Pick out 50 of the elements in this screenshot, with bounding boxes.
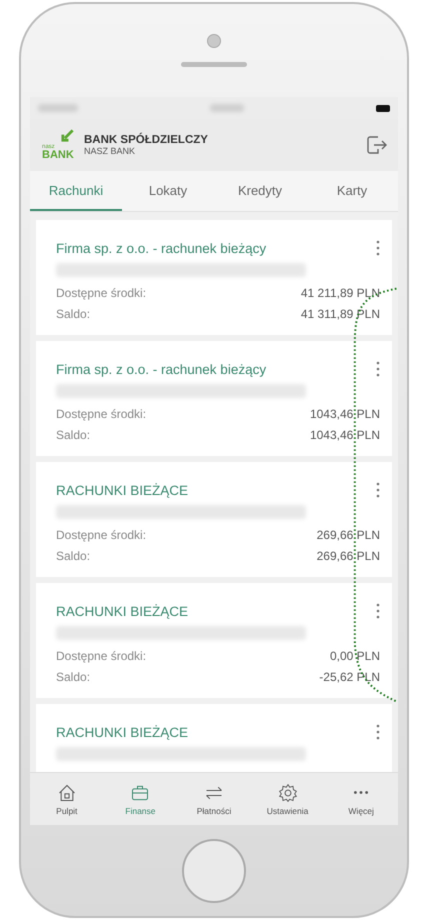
nav-item[interactable]: Ustawienia bbox=[250, 773, 324, 825]
logo-text: BANK bbox=[42, 150, 74, 161]
more-options-icon[interactable] bbox=[376, 240, 380, 256]
balance-label: Saldo: bbox=[56, 670, 90, 684]
balance-label: Dostępne środki: bbox=[56, 407, 146, 421]
account-name: RACHUNKI BIEŻĄCE bbox=[56, 724, 188, 740]
more-options-icon[interactable] bbox=[376, 603, 380, 619]
settings-icon bbox=[278, 782, 298, 802]
more-icon bbox=[354, 791, 368, 794]
balance-value: 1043,46 PLN bbox=[310, 407, 380, 421]
account-name: Firma sp. z o.o. - rachunek bieżący bbox=[56, 362, 266, 376]
nav-item[interactable]: Więcej bbox=[324, 773, 398, 825]
balance-label: Saldo: bbox=[56, 549, 90, 563]
more-options-icon[interactable] bbox=[376, 724, 380, 740]
more-options-icon[interactable] bbox=[376, 482, 380, 498]
camera-icon bbox=[207, 34, 221, 48]
balance-label: Dostępne środki: bbox=[56, 528, 146, 542]
account-name: RACHUNKI BIEŻĄCE bbox=[56, 482, 188, 498]
balance-label: Saldo: bbox=[56, 307, 90, 321]
bank-name: BANK SPÓŁDZIELCZY bbox=[84, 134, 209, 146]
balance-label: Saldo: bbox=[56, 428, 90, 442]
account-card[interactable]: RACHUNKI BIEŻĄCE Dostępne środki: 269,66 PLN Saldo: 269,66 PLN bbox=[36, 462, 392, 577]
nav-item[interactable]: Płatności bbox=[177, 773, 251, 825]
blurred-carrier bbox=[210, 104, 244, 112]
battery-icon bbox=[376, 104, 390, 112]
account-card[interactable]: Firma sp. z o.o. - rachunek bieżący Dostępne środki: 41 211,89 PLN Saldo: 41 311,89 PLN bbox=[36, 220, 392, 335]
balance-value: 0,00 PLN bbox=[330, 649, 380, 663]
tab[interactable]: Karty bbox=[306, 171, 398, 211]
home-icon bbox=[56, 782, 77, 802]
balance-value: 41 211,89 PLN bbox=[300, 286, 380, 300]
nav-item[interactable]: Finanse bbox=[104, 773, 178, 825]
balance-value: 1043,46 PLN bbox=[310, 428, 380, 442]
arrow-icon bbox=[60, 129, 74, 143]
account-card[interactable]: RACHUNKI BIEŻĄCE bbox=[36, 704, 392, 772]
tab[interactable]: Lokaty bbox=[122, 171, 214, 211]
balance-value: 269,66 PLN bbox=[316, 549, 380, 563]
more-options-icon[interactable] bbox=[376, 361, 380, 377]
balance-label: Dostępne środki: bbox=[56, 286, 146, 300]
balance-value: 269,66 PLN bbox=[316, 528, 380, 542]
bank-subname: NASZ BANK bbox=[84, 146, 136, 156]
balance-label: Dostępne środki: bbox=[56, 649, 146, 663]
account-name: Firma sp. z o.o. - rachunek bieżący bbox=[56, 240, 266, 256]
account-name: RACHUNKI BIEŻĄCE bbox=[56, 604, 188, 618]
tab[interactable]: Rachunki bbox=[30, 171, 122, 211]
nav-item[interactable]: Pulpit bbox=[30, 773, 104, 825]
speaker-grille-icon bbox=[181, 62, 247, 67]
blurred-time bbox=[38, 104, 78, 112]
tab[interactable]: Kredyty bbox=[214, 171, 306, 211]
balance-value: 41 311,89 PLN bbox=[300, 307, 380, 321]
account-card[interactable]: Firma sp. z o.o. - rachunek bieżący Dostępne środki: 1043,46 PLN Saldo: 1043,46 PLN bbox=[36, 341, 392, 456]
